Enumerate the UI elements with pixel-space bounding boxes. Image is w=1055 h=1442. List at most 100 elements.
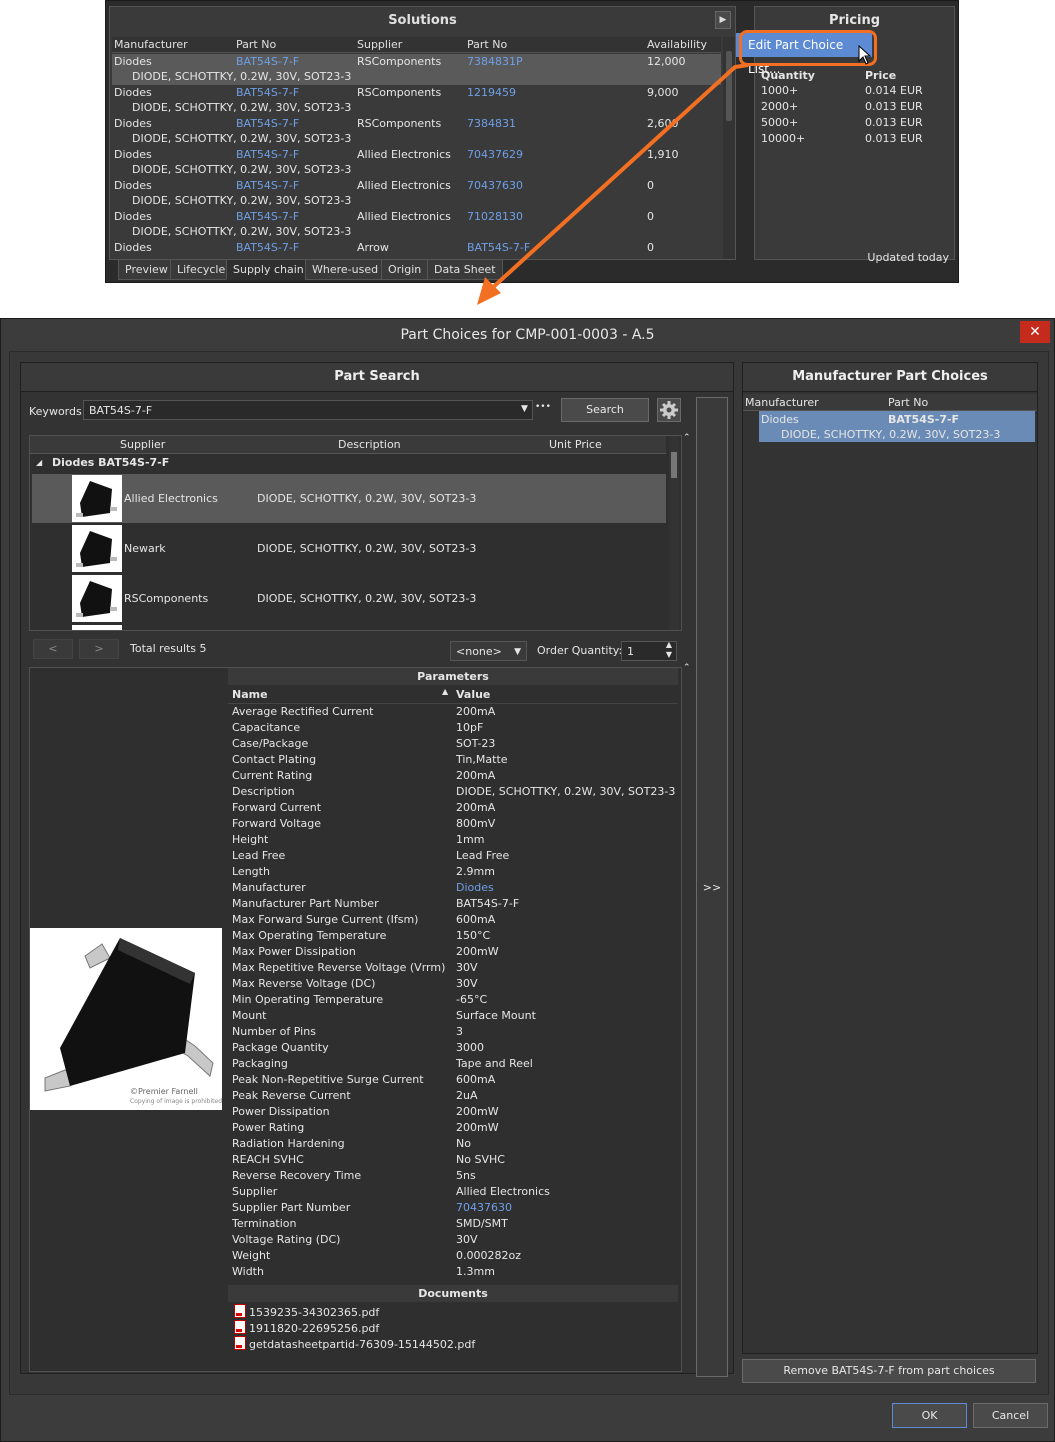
row-manufacturer: Diodes [114, 117, 152, 130]
parameter-value: DIODE, SCHOTTKY, 0.2W, 30V, SOT23-3 [456, 785, 676, 798]
ok-button[interactable]: OK [892, 1403, 967, 1428]
result-row[interactable]: Allied Electronics DIODE, SCHOTTKY, 0.2W,… [32, 474, 666, 523]
order-qty-input[interactable]: 1 ▲ ▼ [621, 640, 677, 661]
tab-supply-chain[interactable]: Supply chain [226, 259, 311, 280]
parameter-row: Max Forward Surge Current (Ifsm) 600mA [228, 913, 678, 929]
parameter-value: 800mV [456, 817, 496, 830]
row-supplier: Allied Electronics [357, 148, 451, 161]
parameter-value: Allied Electronics [456, 1185, 550, 1198]
row-supplier: Arrow [357, 241, 389, 254]
col-part-no[interactable]: Part No [888, 396, 928, 409]
col-manufacturer[interactable]: Manufacturer [745, 396, 819, 409]
parameter-value: 200mA [456, 769, 496, 782]
collapse-icon[interactable]: ◢ [36, 458, 42, 467]
stepper-icon[interactable]: ▲ ▼ [666, 640, 672, 660]
result-row[interactable]: RSComponents DIODE, SCHOTTKY, 0.2W, 30V, … [32, 574, 666, 623]
cancel-button[interactable]: Cancel [973, 1403, 1048, 1428]
row-manufacturer: Diodes [114, 179, 152, 192]
tab-where-used[interactable]: Where-used [305, 259, 386, 280]
row-manufacturer: Diodes [114, 55, 152, 68]
parameter-name: Manufacturer [232, 881, 306, 894]
tab-origin[interactable]: Origin [381, 259, 429, 280]
prev-page-button[interactable]: < [33, 639, 73, 659]
dialog-body: Part Search Keywords: BAT54S-7-F ▼ ••• S… [9, 351, 1049, 1395]
search-button[interactable]: Search [561, 398, 649, 422]
parameter-name: Reverse Recovery Time [232, 1169, 362, 1182]
mouse-cursor-icon [858, 45, 872, 65]
dialog-title: Part Choices for CMP-001-0003 - A.5 [400, 327, 655, 343]
settings-button[interactable] [657, 398, 681, 422]
parameter-row: Manufacturer Diodes [228, 881, 678, 897]
result-row[interactable]: Newark DIODE, SCHOTTKY, 0.2W, 30V, SOT23-… [32, 524, 666, 573]
parameter-name: Supplier [232, 1185, 278, 1198]
tab-lifecycle[interactable]: Lifecycle [170, 259, 233, 280]
pdf-icon [234, 1304, 246, 1318]
row-part-no[interactable]: BAT54S-7-F [236, 210, 299, 223]
dropdown-arrow-icon[interactable]: ▼ [521, 404, 528, 414]
parameter-value: 1.3mm [456, 1265, 495, 1278]
price-qty: 10000+ [761, 132, 806, 145]
next-page-button[interactable]: > [79, 639, 119, 659]
parameter-value: 200mW [456, 1121, 499, 1134]
choice-row[interactable]: Diodes BAT54S-7-F DIODE, SCHOTTKY, 0.2W,… [759, 411, 1035, 442]
menu-arrow-button[interactable]: ▶ [715, 11, 731, 29]
col-manufacturer[interactable]: Manufacturer [114, 38, 188, 51]
row-part-no[interactable]: BAT54S-7-F [236, 241, 299, 254]
col-description[interactable]: Description [338, 436, 401, 453]
col-supplier[interactable]: Supplier [120, 436, 165, 453]
currency-select[interactable]: <none> ▼ [450, 641, 527, 661]
parameter-row: Weight 0.000282oz [228, 1249, 678, 1265]
row-manufacturer: Diodes [114, 241, 152, 254]
manufacturer-part-choices-title: Manufacturer Part Choices [743, 363, 1037, 392]
details-area: ©Premier Farnell Copying of image is pro… [29, 667, 682, 1372]
results-scrollbar[interactable] [669, 436, 679, 630]
pdf-icon [234, 1320, 246, 1334]
document-link[interactable]: getdatasheetpartid-76309-15144502.pdf [234, 1336, 475, 1351]
row-part-no[interactable]: BAT54S-7-F [236, 148, 299, 161]
document-link[interactable]: 1911820-22695256.pdf [234, 1320, 379, 1335]
collapse-up-icon[interactable]: ⌃ [683, 663, 691, 673]
col-value[interactable]: Value [456, 688, 490, 701]
keywords-input[interactable]: BAT54S-7-F [83, 400, 533, 420]
parameter-value: BAT54S-7-F [456, 897, 520, 910]
parameter-value[interactable]: Diodes [456, 881, 494, 894]
row-description: DIODE, SCHOTTKY, 0.2W, 30V, SOT23-3 [132, 70, 352, 83]
parameter-value: 0.000282oz [456, 1249, 521, 1262]
parameter-row: Mount Surface Mount [228, 1009, 678, 1025]
parameter-row: Power Rating 200mW [228, 1121, 678, 1137]
col-supplier-part-no[interactable]: Part No [467, 38, 507, 51]
parameter-name: Peak Reverse Current [232, 1089, 351, 1102]
col-part-no[interactable]: Part No [236, 38, 276, 51]
row-manufacturer: Diodes [114, 148, 152, 161]
col-name[interactable]: Name [232, 688, 268, 701]
collapse-up-icon[interactable]: ⌃ [683, 433, 691, 443]
row-part-no[interactable]: BAT54S-7-F [236, 86, 299, 99]
col-availability[interactable]: Availability [647, 38, 707, 51]
row-part-no[interactable]: BAT54S-7-F [236, 117, 299, 130]
close-button[interactable]: ✕ [1020, 321, 1050, 343]
parameter-name: Max Repetitive Reverse Voltage (Vrrm) [232, 961, 446, 974]
remove-from-choices-button[interactable]: Remove BAT54S-7-F from part choices [742, 1359, 1036, 1383]
document-name: 1911820-22695256.pdf [249, 1322, 380, 1335]
row-part-no[interactable]: BAT54S-7-F [236, 179, 299, 192]
tab-preview[interactable]: Preview [118, 259, 175, 280]
parameter-name: Power Dissipation [232, 1105, 330, 1118]
parameter-value: 200mA [456, 801, 496, 814]
parameter-row: Packaging Tape and Reel [228, 1057, 678, 1073]
col-unit-price[interactable]: Unit Price [549, 436, 602, 453]
parameter-value[interactable]: 70437630 [456, 1201, 512, 1214]
documents-title: Documents [228, 1285, 678, 1302]
add-to-choices-button[interactable]: >> [696, 397, 728, 1377]
parameter-row: Description DIODE, SCHOTTKY, 0.2W, 30V, S… [228, 785, 678, 801]
parameter-row: Manufacturer Part Number BAT54S-7-F [228, 897, 678, 913]
parameter-name: Max Operating Temperature [232, 929, 387, 942]
document-link[interactable]: 1539235-34302365.pdf [234, 1304, 379, 1319]
parameter-row: Peak Non-Repetitive Surge Current 600mA [228, 1073, 678, 1089]
col-supplier[interactable]: Supplier [357, 38, 402, 51]
result-description: DIODE, SCHOTTKY, 0.2W, 30V, SOT23-3 [257, 492, 477, 505]
row-part-no[interactable]: BAT54S-7-F [236, 55, 299, 68]
more-options-icon[interactable]: ••• [535, 402, 551, 412]
parameter-name: Forward Voltage [232, 817, 321, 830]
parameter-value: 10pF [456, 721, 484, 734]
parameter-name: Termination [232, 1217, 297, 1230]
